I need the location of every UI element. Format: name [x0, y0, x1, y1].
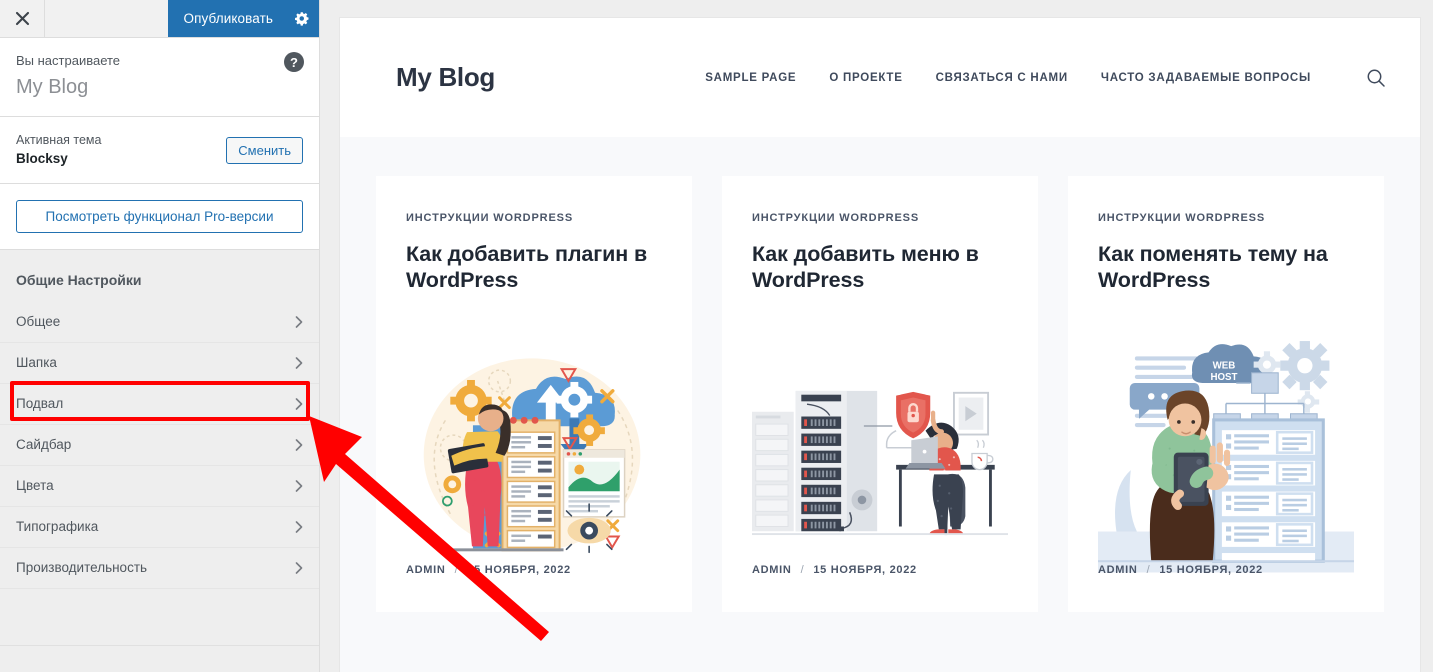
post-date[interactable]: 15 НОЯБРЯ, 2022: [467, 564, 571, 576]
nav-item-contact[interactable]: СВЯЗАТЬСЯ С НАМИ: [936, 72, 1068, 84]
site-logo[interactable]: My Blog: [396, 62, 495, 93]
meta-separator: /: [1146, 564, 1151, 576]
sidebar-item-proizvoditelnost[interactable]: Производительность: [0, 547, 319, 589]
active-theme-name: Blocksy: [16, 150, 68, 166]
sidebar-item-label: Сайдбар: [16, 437, 72, 453]
post-category[interactable]: ИНСТРУКЦИИ WORDPRESS: [752, 212, 1008, 224]
meta-separator: /: [800, 564, 805, 576]
sidebar-item-label: Цвета: [16, 478, 54, 494]
active-theme-info: Активная тема Blocksy: [16, 131, 101, 169]
primary-navigation: SAMPLE PAGE О ПРОЕКТЕ СВЯЗАТЬСЯ С НАМИ Ч…: [705, 68, 1386, 88]
customizer-sidebar: Опубликовать Вы настраиваете My Blog ? А…: [0, 0, 320, 672]
post-author[interactable]: ADMIN: [406, 564, 446, 576]
site-header: My Blog SAMPLE PAGE О ПРОЕКТЕ СВЯЗАТЬСЯ …: [340, 18, 1420, 137]
active-theme-section: Активная тема Blocksy Сменить: [0, 117, 319, 184]
post-meta: ADMIN / 15 НОЯБРЯ, 2022: [1098, 564, 1263, 576]
chevron-right-icon: [295, 398, 303, 410]
post-title[interactable]: Как добавить плагин в WordPress: [406, 241, 662, 293]
sidebar-item-tsveta[interactable]: Цвета: [0, 465, 319, 507]
nav-item-faq[interactable]: ЧАСТО ЗАДАВАЕМЫЕ ВОПРОСЫ: [1101, 72, 1311, 84]
chevron-right-icon: [295, 357, 303, 369]
site-preview-pane: My Blog SAMPLE PAGE О ПРОЕКТЕ СВЯЗАТЬСЯ …: [320, 0, 1433, 672]
post-meta: ADMIN / 15 НОЯБРЯ, 2022: [406, 564, 571, 576]
meta-separator: /: [454, 564, 459, 576]
post-category[interactable]: ИНСТРУКЦИИ WORDPRESS: [1098, 212, 1354, 224]
post-author[interactable]: ADMIN: [1098, 564, 1138, 576]
chevron-right-icon: [295, 480, 303, 492]
change-theme-button[interactable]: Сменить: [226, 136, 303, 164]
post-author[interactable]: ADMIN: [752, 564, 792, 576]
post-category[interactable]: ИНСТРУКЦИИ WORDPRESS: [406, 212, 662, 224]
question-mark-icon[interactable]: ?: [284, 52, 304, 72]
sidebar-item-label: Подвал: [16, 396, 64, 412]
post-title[interactable]: Как добавить меню в WordPress: [752, 241, 1008, 293]
sidebar-item-obshchee[interactable]: Общее: [0, 301, 319, 343]
post-card[interactable]: ИНСТРУКЦИИ WORDPRESS Как добавить меню в…: [722, 176, 1038, 612]
post-meta: ADMIN / 15 НОЯБРЯ, 2022: [752, 564, 917, 576]
customizer-topbar: Опубликовать: [0, 0, 319, 38]
cloud-label-web: WEB: [1213, 361, 1236, 372]
pro-banner-section: Посмотреть функционал Pro-версии: [0, 183, 319, 250]
sidebar-item-label: Производительность: [16, 560, 148, 576]
post-date[interactable]: 15 НОЯБРЯ, 2022: [813, 564, 917, 576]
sidebar-item-shapka[interactable]: Шапка: [0, 342, 319, 384]
sidebar-item-podval[interactable]: Подвал: [0, 383, 319, 425]
post-card[interactable]: ИНСТРУКЦИИ WORDPRESS Как добавить плагин…: [376, 176, 692, 612]
customizing-label: Вы настраиваете: [16, 53, 121, 68]
publish-button[interactable]: Опубликовать: [167, 0, 285, 37]
nav-item-sample-page[interactable]: SAMPLE PAGE: [705, 72, 796, 84]
sidebar-item-label: Шапка: [16, 355, 57, 371]
post-card[interactable]: ИНСТРУКЦИИ WORDPRESS Как поменять тему н…: [1068, 176, 1384, 612]
post-date[interactable]: 15 НОЯБРЯ, 2022: [1159, 564, 1263, 576]
close-icon[interactable]: [0, 0, 45, 37]
publish-group: Опубликовать: [167, 0, 319, 37]
site-title: My Blog: [16, 76, 89, 99]
post-title[interactable]: Как поменять тему на WordPress: [1098, 241, 1354, 293]
chevron-right-icon: [295, 521, 303, 533]
sidebar-bottom-divider: [0, 645, 319, 646]
posts-grid: ИНСТРУКЦИИ WORDPRESS Как добавить плагин…: [376, 176, 1384, 612]
site-info-section: Вы настраиваете My Blog ?: [0, 38, 319, 118]
general-settings-heading: Общие Настройки: [16, 271, 142, 288]
active-theme-label: Активная тема: [16, 133, 102, 148]
sidebar-item-tipografika[interactable]: Типографика: [0, 506, 319, 548]
preview-frame: My Blog SAMPLE PAGE О ПРОЕКТЕ СВЯЗАТЬСЯ …: [340, 18, 1420, 672]
sidebar-item-saidbar[interactable]: Сайдбар: [0, 424, 319, 466]
customizer-screen: Опубликовать Вы настраиваете My Blog ? А…: [0, 0, 1433, 672]
chevron-right-icon: [295, 439, 303, 451]
view-pro-features-button[interactable]: Посмотреть функционал Pro-версии: [16, 199, 303, 233]
chevron-right-icon: [295, 316, 303, 328]
gear-icon[interactable]: [285, 0, 319, 37]
cloud-label-host: HOST: [1210, 372, 1237, 383]
nav-item-about[interactable]: О ПРОЕКТЕ: [829, 72, 902, 84]
sidebar-item-label: Типографика: [16, 519, 99, 535]
search-icon[interactable]: [1366, 68, 1386, 88]
sidebar-item-label: Общее: [16, 314, 61, 330]
chevron-right-icon: [295, 562, 303, 574]
posts-area: ИНСТРУКЦИИ WORDPRESS Как добавить плагин…: [340, 137, 1420, 612]
